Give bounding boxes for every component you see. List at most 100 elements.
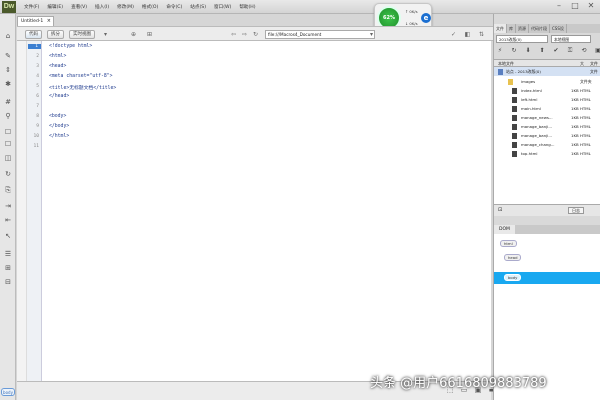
forward-arrow-icon[interactable]: ⇨ (240, 30, 249, 39)
dom-node-body[interactable]: body (504, 274, 522, 281)
code-line[interactable]: <title>无标题文档</title> (49, 84, 116, 91)
upload-speed-value: 0K/s (409, 9, 418, 14)
menu-insert[interactable]: 插入(I) (91, 3, 113, 12)
expand-icon[interactable]: ⇕ (3, 66, 13, 75)
file-type: HTML (580, 151, 591, 156)
expand-panel-icon[interactable]: ▣ (594, 47, 600, 55)
outdent-icon[interactable]: ⇤ (3, 216, 13, 225)
menu-view[interactable]: 查看(V) (67, 3, 91, 12)
snippet-icon[interactable]: ☰ (3, 250, 13, 259)
file-row[interactable]: left.html 1KB HTML (494, 95, 600, 104)
apply-comment-icon[interactable]: ☐ (3, 128, 13, 137)
file-row[interactable]: top.html 1KB HTML (494, 149, 600, 158)
check-page-icon[interactable]: ✓ (449, 30, 458, 39)
live-view-button[interactable]: 实时视图 (69, 30, 95, 39)
back-arrow-icon[interactable]: ⇦ (229, 30, 238, 39)
move-css-icon[interactable]: ⎘ (3, 186, 13, 195)
live-code-icon[interactable]: ▾ (101, 30, 110, 39)
file-size: 1KB (571, 97, 579, 102)
check-in-icon[interactable]: ⚿ (566, 47, 574, 55)
menu-bar: 文件(F) 编辑(E) 查看(V) 插入(I) 修改(M) 格式(O) 命令(C… (20, 3, 260, 12)
file-name: top.html (521, 151, 538, 156)
menu-commands[interactable]: 命令(C) (162, 3, 186, 12)
dom-node-head[interactable]: head (504, 254, 522, 261)
code-line[interactable]: <!doctype html> (49, 44, 92, 49)
tab-library[interactable]: 库 (507, 24, 516, 33)
file-row[interactable]: main.html 1KB HTML (494, 104, 600, 113)
tag-selector-body[interactable]: body (1, 388, 15, 396)
code-line[interactable]: </html> (49, 134, 69, 139)
validate-icon[interactable]: ◧ (463, 30, 472, 39)
menu-file[interactable]: 文件(F) (20, 3, 43, 12)
connect-icon[interactable]: ⚡ (496, 47, 504, 55)
file-row[interactable]: manage_banji... 1KB HTML (494, 122, 600, 131)
multiscreen-icon[interactable]: ⊞ (145, 30, 154, 39)
file-row[interactable]: index.html 1KB HTML (494, 86, 600, 95)
dom-node-html[interactable]: html (500, 240, 517, 247)
status-icon: ⊡ (498, 207, 503, 213)
file-type: HTML (580, 88, 591, 93)
refresh-icon[interactable]: ↻ (510, 47, 518, 55)
close-tab-icon[interactable]: × (47, 17, 51, 26)
document-toolbar: 代码 拆分 实时视图 ▾ ⊕ ⊞ ⇦ ⇨ ↻ file:///Macros4_D… (17, 26, 493, 41)
file-management-icon[interactable]: ⇅ (477, 30, 486, 39)
tab-css[interactable]: CSS设 (550, 24, 567, 33)
document-tab[interactable]: Untitled-1 × (17, 16, 54, 26)
file-row[interactable]: images 文件夹 (494, 77, 600, 86)
clean-icon[interactable]: ⊞ (3, 264, 13, 273)
address-dropdown-icon[interactable]: ▾ (367, 30, 376, 39)
tab-files[interactable]: 文件 (494, 24, 507, 33)
menu-help[interactable]: 帮助(H) (235, 3, 259, 12)
menu-format[interactable]: 格式(O) (138, 3, 162, 12)
code-line[interactable]: <head> (49, 64, 66, 69)
code-line[interactable]: </head> (49, 94, 69, 99)
put-files-icon[interactable]: ⬆ (538, 47, 546, 55)
address-bar[interactable]: file:///Macros4_Document (265, 30, 375, 39)
close-button[interactable]: ✕ (586, 2, 596, 11)
recent-snippets-icon[interactable]: ↻ (3, 170, 13, 179)
code-line[interactable]: <body> (49, 114, 66, 119)
tab-snippets[interactable]: 代码片段 (529, 24, 550, 33)
refresh-icon[interactable]: ↻ (251, 30, 260, 39)
tab-dom[interactable]: DOM (494, 225, 515, 234)
inspect-icon[interactable]: ⊕ (129, 30, 138, 39)
split-view-button[interactable]: 拆分 (47, 30, 64, 39)
code-editor[interactable]: 1 2 3 4 5 6 7 8 9 10 11 <!doctype html> … (17, 41, 491, 381)
site-selectors: 2013改版(0) 本地视图 (496, 35, 591, 43)
open-documents-icon[interactable]: ⌂ (3, 32, 13, 41)
maximize-button[interactable]: □ (570, 2, 580, 11)
remove-comment-icon[interactable]: ☐ (3, 140, 13, 149)
minimize-button[interactable]: – (554, 2, 564, 11)
file-row[interactable]: manage_news... 1KB HTML (494, 113, 600, 122)
tab-assets[interactable]: 资源 (516, 24, 529, 33)
highlight-icon[interactable]: ⚲ (3, 112, 13, 121)
sync-icon[interactable]: ⟲ (580, 47, 588, 55)
code-line[interactable]: <html> (49, 54, 66, 59)
tag-chooser-icon[interactable]: ⊟ (3, 278, 13, 287)
browser-icon[interactable]: e (421, 13, 431, 23)
code-line[interactable]: <meta charset="utf-8"> (49, 74, 113, 79)
get-files-icon[interactable]: ⬇ (524, 47, 532, 55)
select-parent-icon[interactable]: ✱ (3, 80, 13, 89)
file-size: 1KB (571, 115, 579, 120)
view-select[interactable]: 本地视图 (551, 35, 591, 43)
code-line[interactable]: </body> (49, 124, 69, 129)
collapse-icon[interactable]: ✎ (3, 52, 13, 61)
site-select[interactable]: 2013改版(0) (496, 35, 548, 43)
check-out-icon[interactable]: ✔ (552, 47, 560, 55)
menu-modify[interactable]: 修改(M) (113, 3, 138, 12)
menu-edit[interactable]: 编辑(E) (43, 3, 67, 12)
line-numbers-icon[interactable]: # (3, 98, 13, 107)
file-row[interactable]: manage_chang... 1KB HTML (494, 140, 600, 149)
format-source-icon[interactable]: ↖ (3, 232, 13, 241)
indent-icon[interactable]: ⇥ (3, 202, 13, 211)
log-button[interactable]: 日志 (568, 207, 584, 214)
wrap-tag-icon[interactable]: ◫ (3, 154, 13, 163)
file-size: 1KB (571, 142, 579, 147)
site-root-row[interactable]: 站点 - 2013改版(0) 文件 (494, 67, 600, 76)
menu-window[interactable]: 窗口(W) (210, 3, 235, 12)
code-view-button[interactable]: 代码 (25, 30, 42, 39)
editor-gutter (17, 41, 27, 381)
menu-site[interactable]: 站点(S) (186, 3, 210, 12)
file-row[interactable]: manage_banji... 1KB HTML (494, 131, 600, 140)
